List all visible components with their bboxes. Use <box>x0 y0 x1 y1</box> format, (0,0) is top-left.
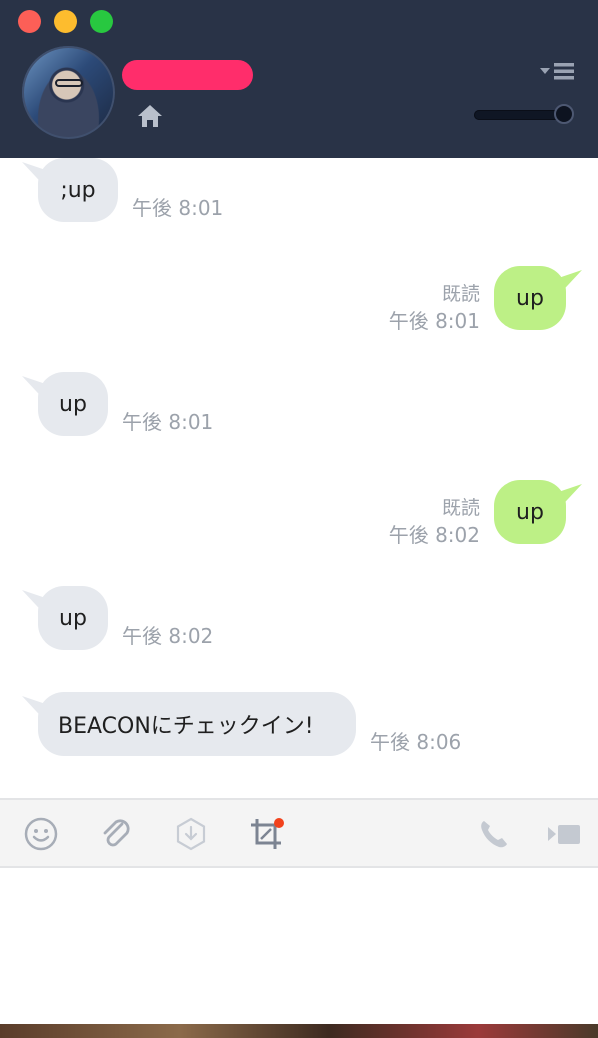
avatar[interactable] <box>22 46 115 139</box>
avatar-glasses <box>55 79 83 87</box>
emoji-icon[interactable] <box>23 816 59 852</box>
message-time: 午後 8:02 <box>122 624 214 648</box>
message-time: 午後 8:01 <box>122 410 214 434</box>
keep-save-icon[interactable] <box>173 816 209 852</box>
chat-header <box>0 0 598 158</box>
minimize-window-button[interactable] <box>54 10 77 33</box>
maximize-window-button[interactable] <box>90 10 113 33</box>
message-time: 午後 8:01 <box>132 196 224 220</box>
message-bubble-incoming[interactable]: up <box>38 372 108 436</box>
message-bubble-incoming[interactable]: BEACONにチェックイン! <box>38 692 356 756</box>
read-receipt: 既読 <box>441 497 480 519</box>
message-list[interactable]: ;up 午後 8:01 up 既読 午後 8:01 up 午後 8:01 up … <box>0 158 598 798</box>
message-input[interactable] <box>0 868 598 1024</box>
background-desktop-strip <box>0 1024 598 1038</box>
zoom-slider-knob[interactable] <box>554 104 574 124</box>
contact-name-redacted <box>122 60 253 90</box>
message-time: 午後 8:01 <box>388 309 480 333</box>
attachment-icon[interactable] <box>98 816 134 852</box>
home-icon[interactable] <box>136 102 164 130</box>
message-bubble-outgoing[interactable]: up <box>494 266 566 330</box>
close-window-button[interactable] <box>18 10 41 33</box>
message-meta: 既読 午後 8:02 <box>389 495 480 549</box>
notification-dot <box>274 818 284 828</box>
message-meta: 既読 午後 8:01 <box>389 281 480 335</box>
input-toolbar <box>0 800 598 868</box>
message-time: 午後 8:02 <box>388 523 480 547</box>
video-call-icon[interactable] <box>546 816 582 852</box>
dropdown-menu-icon[interactable] <box>538 62 576 80</box>
message-bubble-outgoing[interactable]: up <box>494 480 566 544</box>
message-bubble-incoming[interactable]: up <box>38 586 108 650</box>
read-receipt: 既読 <box>441 283 480 305</box>
message-time: 午後 8:06 <box>370 730 462 754</box>
phone-icon[interactable] <box>476 816 512 852</box>
message-bubble-incoming[interactable]: ;up <box>38 158 118 222</box>
chat-window: ;up 午後 8:01 up 既読 午後 8:01 up 午後 8:01 up … <box>0 0 598 1038</box>
